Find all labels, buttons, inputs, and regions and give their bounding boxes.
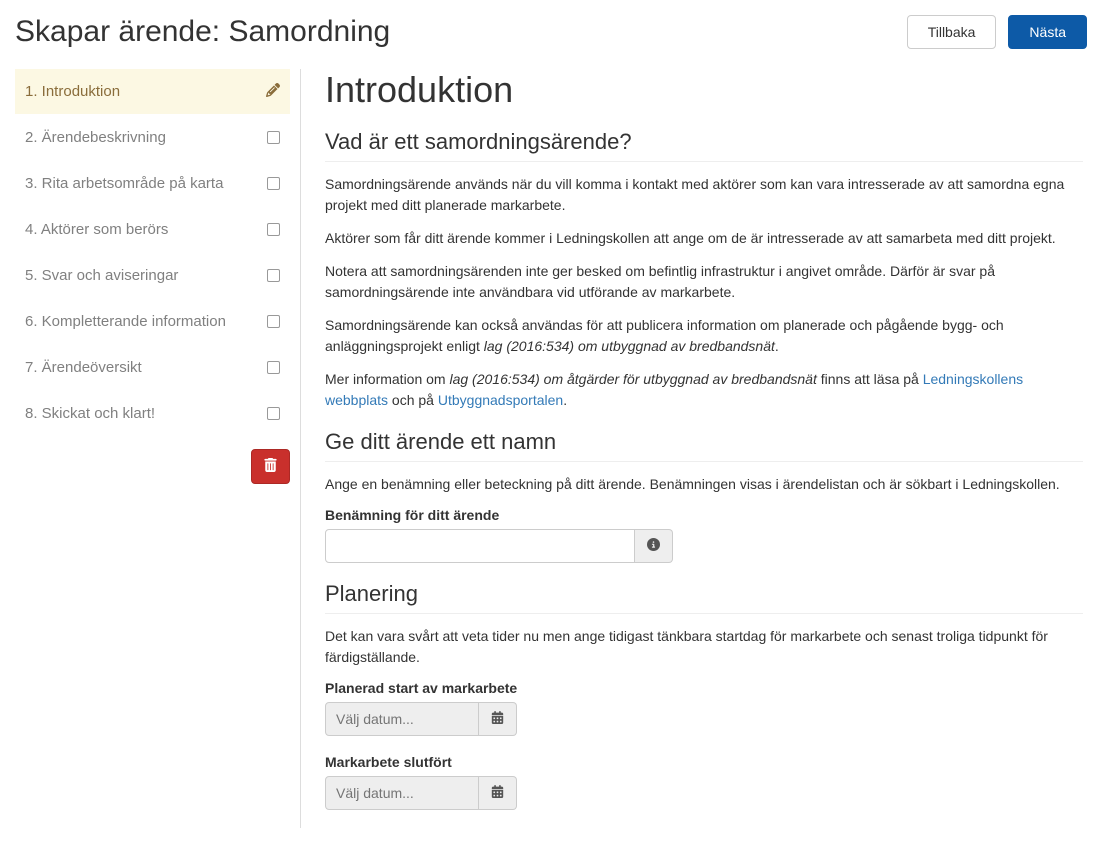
step-list: 1. Introduktion 2. Ärendebeskrivning 3. … (15, 69, 290, 437)
step-arendebeskrivning[interactable]: 2. Ärendebeskrivning (15, 115, 290, 161)
end-date-label: Markarbete slutfört (325, 754, 1083, 770)
next-button[interactable]: Nästa (1008, 15, 1087, 49)
section-heading-name: Ge ditt ärende ett namn (325, 429, 1083, 462)
step-aktorer[interactable]: 4. Aktörer som berörs (15, 207, 290, 253)
page-header: Skapar ärende: Samordning Tillbaka Nästa (15, 15, 1087, 49)
intro-paragraph: Notera att samordningsärenden inte ger b… (325, 261, 1083, 303)
edit-icon (266, 83, 280, 101)
calendar-addon[interactable] (479, 702, 517, 736)
section-heading-planering: Planering (325, 581, 1083, 614)
step-svar-aviseringar[interactable]: 5. Svar och aviseringar (15, 253, 290, 299)
checkbox-icon (267, 177, 280, 190)
step-rita-arbetsomrade[interactable]: 3. Rita arbetsområde på karta (15, 161, 290, 207)
step-introduktion[interactable]: 1. Introduktion (15, 69, 290, 115)
calendar-icon (491, 785, 504, 801)
intro-paragraph: Aktörer som får ditt ärende kommer i Led… (325, 228, 1083, 249)
step-label: 5. Svar och aviseringar (25, 267, 178, 284)
back-button[interactable]: Tillbaka (907, 15, 997, 49)
calendar-icon (491, 711, 504, 727)
step-kompletterande[interactable]: 6. Kompletterande information (15, 299, 290, 345)
checkbox-icon (267, 269, 280, 282)
step-label: 1. Introduktion (25, 83, 120, 100)
step-skickat[interactable]: 8. Skickat och klart! (15, 391, 290, 437)
name-description: Ange en benämning eller beteckning på di… (325, 474, 1083, 495)
page-title: Skapar ärende: Samordning (15, 15, 390, 49)
wizard-sidebar: 1. Introduktion 2. Ärendebeskrivning 3. … (15, 69, 301, 828)
step-label: 8. Skickat och klart! (25, 405, 155, 422)
link-utbyggnadsportalen[interactable]: Utbyggnadsportalen (438, 392, 563, 408)
info-addon[interactable] (635, 529, 673, 563)
step-label: 7. Ärendeöversikt (25, 359, 142, 376)
step-label: 2. Ärendebeskrivning (25, 129, 166, 146)
checkbox-icon (267, 315, 280, 328)
end-date-input[interactable] (325, 776, 479, 810)
checkbox-icon (267, 407, 280, 420)
step-label: 3. Rita arbetsområde på karta (25, 175, 223, 192)
calendar-addon[interactable] (479, 776, 517, 810)
intro-paragraph: Samordningsärende kan också användas för… (325, 315, 1083, 357)
intro-paragraph: Mer information om lag (2016:534) om åtg… (325, 369, 1083, 411)
header-buttons: Tillbaka Nästa (907, 15, 1087, 49)
trash-icon (264, 460, 277, 475)
name-field-label: Benämning för ditt ärende (325, 507, 1083, 523)
step-arendeoversikt[interactable]: 7. Ärendeöversikt (15, 345, 290, 391)
start-date-label: Planerad start av markarbete (325, 680, 1083, 696)
info-icon (647, 538, 660, 554)
checkbox-icon (267, 361, 280, 374)
step-label: 6. Kompletterande information (25, 313, 226, 330)
start-date-input[interactable] (325, 702, 479, 736)
checkbox-icon (267, 223, 280, 236)
content-title: Introduktion (325, 69, 1083, 111)
intro-paragraph: Samordningsärende används när du vill ko… (325, 174, 1083, 216)
step-label: 4. Aktörer som berörs (25, 221, 168, 238)
name-input[interactable] (325, 529, 635, 563)
checkbox-icon (267, 131, 280, 144)
section-heading-what: Vad är ett samordningsärende? (325, 129, 1083, 162)
planering-description: Det kan vara svårt att veta tider nu men… (325, 626, 1083, 668)
main-content: Introduktion Vad är ett samordningsärend… (301, 69, 1087, 828)
delete-button[interactable] (251, 449, 290, 484)
